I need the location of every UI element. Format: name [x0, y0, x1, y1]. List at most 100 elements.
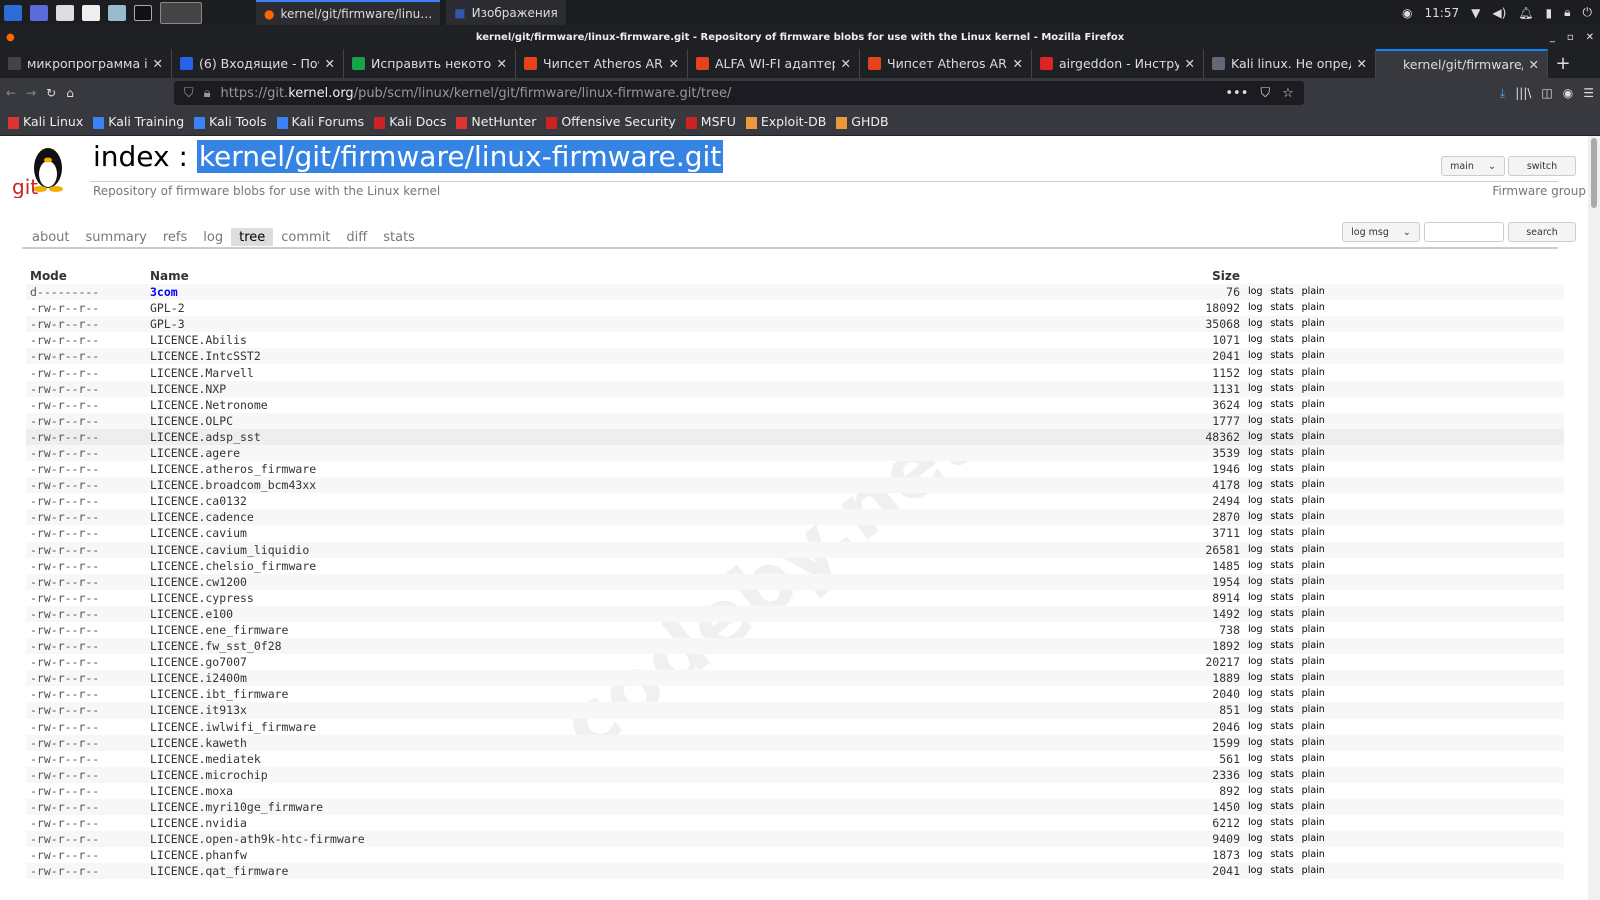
file-name-link[interactable]: LICENCE.broadcom_bcm43xx	[150, 478, 316, 492]
text-editor-icon[interactable]	[82, 4, 100, 21]
log-link[interactable]: log	[1248, 350, 1262, 361]
stats-link[interactable]: stats	[1270, 527, 1293, 538]
stats-link[interactable]: stats	[1270, 479, 1293, 490]
file-name-link[interactable]: GPL-2	[150, 301, 185, 315]
stats-link[interactable]: stats	[1270, 624, 1293, 635]
table-row[interactable]: -rw-r--r-- LICENCE.IntcSST2 2041 log stats pl…	[26, 348, 1564, 365]
stats-link[interactable]: stats	[1270, 302, 1293, 313]
stats-link[interactable]: stats	[1270, 833, 1293, 844]
log-link[interactable]: log	[1248, 399, 1262, 410]
tab-diff[interactable]: diff	[338, 228, 375, 246]
stats-link[interactable]: stats	[1270, 447, 1293, 458]
url-bar[interactable]: ⛉ 🔒︎ https://git.kernel.org/pub/scm/linu…	[173, 81, 1304, 105]
log-link[interactable]: log	[1248, 431, 1262, 442]
file-name-link[interactable]: LICENCE.IntcSST2	[150, 349, 261, 363]
table-row[interactable]: -rw-r--r-- LICENCE.cw1200 1954 log stats plai…	[26, 573, 1564, 590]
plain-link[interactable]: plain	[1302, 286, 1325, 297]
wifi-icon[interactable]: ▼	[1471, 6, 1480, 20]
browser-tab[interactable]: Чипсет Atheros AR927 ✕	[516, 49, 688, 78]
browser-tab[interactable]: airgeddon - Инструме ✕	[1032, 49, 1204, 78]
file-name-link[interactable]: LICENCE.chelsio_firmware	[150, 559, 316, 573]
browser-tab[interactable]: Исправить некоторые ✕	[344, 49, 516, 78]
download-icon[interactable]: ⤓	[1500, 86, 1505, 101]
volume-icon[interactable]: ◀)	[1492, 6, 1506, 20]
search-type-select[interactable]: log msg ⌄	[1342, 222, 1420, 242]
bell-icon[interactable]: 🔔︎	[1518, 6, 1533, 20]
plain-link[interactable]: plain	[1302, 672, 1325, 683]
table-row[interactable]: -rw-r--r-- LICENCE.OLPC 1777 log stats plain	[26, 412, 1564, 429]
log-link[interactable]: log	[1248, 576, 1262, 587]
log-link[interactable]: log	[1248, 833, 1262, 844]
log-link[interactable]: log	[1248, 656, 1262, 667]
table-row[interactable]: -rw-r--r-- LICENCE.cadence 2870 log stats pla…	[26, 509, 1564, 526]
file-name-link[interactable]: LICENCE.fw_sst_0f28	[150, 639, 282, 653]
table-row[interactable]: -rw-r--r-- LICENCE.agere 3539 log stats plain	[26, 444, 1564, 462]
file-name-link[interactable]: LICENCE.Abilis	[150, 333, 247, 347]
file-name-link[interactable]: LICENCE.ca0132	[150, 494, 247, 508]
table-row[interactable]: -rw-r--r-- LICENCE.microchip 2336 log stats p…	[26, 766, 1564, 783]
table-row[interactable]: -rw-r--r-- LICENCE.mediatek 561 log stats pla…	[26, 751, 1564, 767]
stats-link[interactable]: stats	[1270, 753, 1293, 764]
file-name-link[interactable]: GPL-3	[150, 317, 185, 331]
file-name-link[interactable]: LICENCE.go7007	[150, 655, 247, 669]
stats-link[interactable]: stats	[1270, 608, 1293, 619]
file-name-link[interactable]: LICENCE.ene_firmware	[150, 623, 288, 637]
table-row[interactable]: -rw-r--r-- LICENCE.nvidia 6212 log stats plai…	[26, 815, 1564, 831]
stats-link[interactable]: stats	[1270, 672, 1293, 683]
log-link[interactable]: log	[1248, 527, 1262, 538]
close-tab-icon[interactable]: ✕	[841, 56, 851, 71]
page-scrollbar[interactable]	[1588, 136, 1600, 900]
stats-link[interactable]: stats	[1270, 415, 1293, 426]
pocket-icon[interactable]: ⛉	[1260, 86, 1270, 101]
bookmark-item[interactable]: GHDB	[836, 114, 889, 129]
stats-link[interactable]: stats	[1270, 511, 1293, 522]
log-link[interactable]: log	[1248, 865, 1262, 876]
plain-link[interactable]: plain	[1302, 560, 1325, 571]
desktop-icon[interactable]	[30, 4, 48, 21]
plain-link[interactable]: plain	[1302, 576, 1325, 587]
file-name-link[interactable]: LICENCE.cavium_liquidio	[150, 543, 309, 557]
plain-link[interactable]: plain	[1302, 511, 1325, 522]
stats-link[interactable]: stats	[1270, 865, 1293, 876]
index-link[interactable]: index :	[93, 140, 197, 173]
stats-link[interactable]: stats	[1270, 367, 1293, 378]
plain-link[interactable]: plain	[1302, 383, 1325, 394]
log-link[interactable]: log	[1248, 849, 1262, 860]
log-link[interactable]: log	[1248, 608, 1262, 619]
tab-tree[interactable]: tree	[231, 228, 274, 246]
table-row[interactable]: -rw-r--r-- GPL-2 18092 log stats plain	[26, 300, 1564, 316]
stats-link[interactable]: stats	[1270, 656, 1293, 667]
file-name-link[interactable]: LICENCE.cadence	[150, 510, 254, 524]
stats-link[interactable]: stats	[1270, 334, 1293, 345]
search-input[interactable]	[1424, 222, 1504, 242]
log-link[interactable]: log	[1248, 447, 1262, 458]
plain-link[interactable]: plain	[1302, 479, 1325, 490]
log-link[interactable]: log	[1248, 463, 1262, 474]
table-row[interactable]: -rw-r--r-- LICENCE.iwlwifi_firmware 2046 lo…	[26, 719, 1564, 735]
plain-link[interactable]: plain	[1302, 721, 1325, 732]
search-button[interactable]: search	[1508, 222, 1576, 242]
log-link[interactable]: log	[1248, 721, 1262, 732]
close-tab-icon[interactable]: ✕	[1013, 56, 1023, 71]
stats-link[interactable]: stats	[1270, 769, 1293, 780]
close-tab-icon[interactable]: ✕	[497, 56, 507, 71]
branch-select[interactable]: main ⌄	[1441, 156, 1505, 176]
stats-link[interactable]: stats	[1270, 318, 1293, 329]
back-icon[interactable]: ←	[6, 86, 16, 100]
plain-link[interactable]: plain	[1302, 753, 1325, 764]
table-row[interactable]: -rw-r--r-- LICENCE.e100 1492 log stats plain	[26, 605, 1564, 622]
stats-link[interactable]: stats	[1270, 495, 1293, 506]
file-name-link[interactable]: LICENCE.phanfw	[150, 848, 247, 862]
file-name-link[interactable]: LICENCE.mediatek	[150, 752, 261, 766]
hamburger-menu-icon[interactable]: ☰	[1583, 86, 1594, 100]
log-link[interactable]: log	[1248, 544, 1262, 555]
file-name-link[interactable]: LICENCE.OLPC	[150, 414, 233, 428]
log-link[interactable]: log	[1248, 801, 1262, 812]
tab-refs[interactable]: refs	[155, 228, 195, 246]
browser-tab[interactable]: (6) Входящие - Почта ✕	[172, 49, 344, 78]
file-name-link[interactable]: LICENCE.myri10ge_firmware	[150, 800, 323, 814]
plain-link[interactable]: plain	[1302, 399, 1325, 410]
log-link[interactable]: log	[1248, 367, 1262, 378]
file-name-link[interactable]: LICENCE.qat_firmware	[150, 864, 288, 878]
plain-link[interactable]: plain	[1302, 801, 1325, 812]
